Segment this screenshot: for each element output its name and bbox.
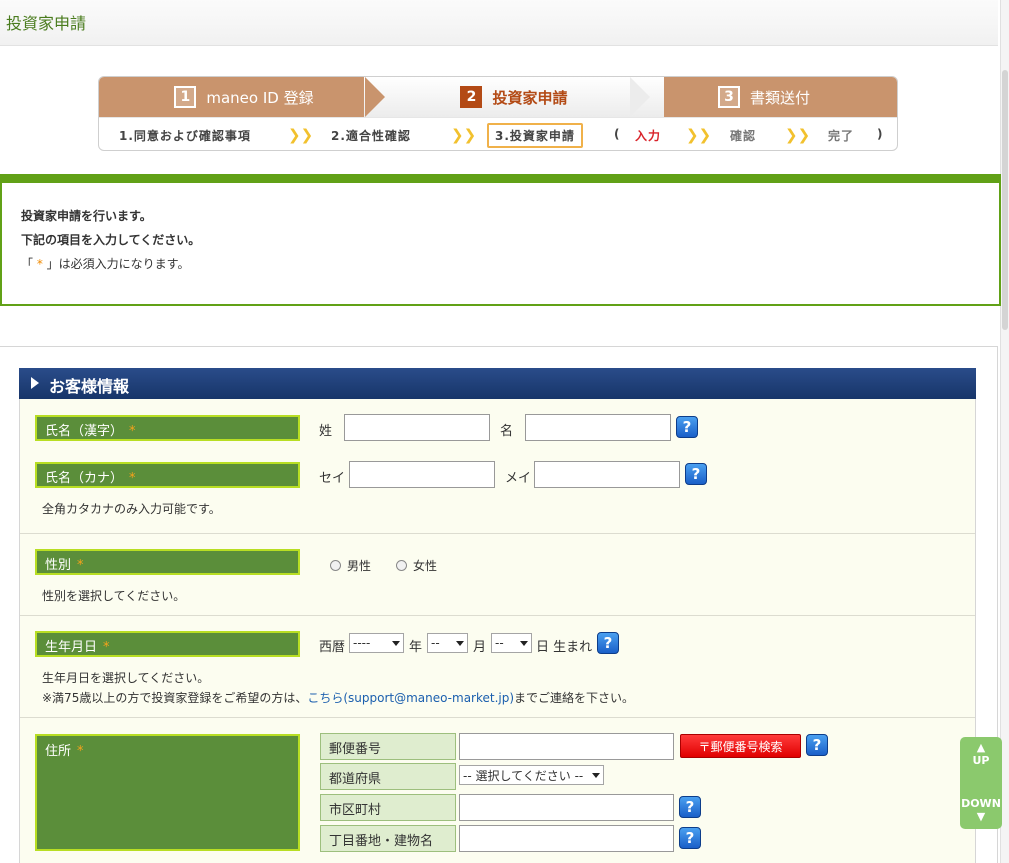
- radio-female[interactable]: 女性: [396, 557, 437, 574]
- chevron-down-icon: [592, 772, 600, 778]
- scroll-down-button[interactable]: DOWN ▼: [960, 797, 1002, 823]
- step-1: 1 maneo ID 登録: [99, 77, 389, 117]
- step-1-label: maneo ID 登録: [206, 88, 314, 107]
- mei-kana-input[interactable]: [534, 461, 680, 488]
- chevron-icon: ❯❯: [686, 126, 712, 144]
- step-3-number: 3: [717, 86, 740, 108]
- chevron-icon: ❯❯: [785, 126, 811, 144]
- arrow-up-icon: ▲: [976, 741, 986, 754]
- month-select[interactable]: --: [427, 633, 468, 653]
- step-1-number: 1: [174, 86, 197, 108]
- city-label: 市区町村: [320, 794, 456, 821]
- chevron-down-icon: [456, 640, 464, 646]
- help-icon[interactable]: ?: [679, 796, 701, 818]
- sei-kanji-input[interactable]: [344, 414, 490, 441]
- step-2-active: 2 投資家申請: [364, 77, 664, 117]
- step-arrow-2: [630, 77, 650, 117]
- help-icon[interactable]: ?: [679, 827, 701, 849]
- zip-search-button[interactable]: 〒郵便番号検索: [680, 734, 801, 758]
- label-address: 住所 *: [35, 734, 300, 851]
- page-header: 投資家申請: [0, 0, 998, 46]
- help-icon[interactable]: ?: [806, 734, 828, 756]
- radio-male[interactable]: 男性: [330, 557, 371, 574]
- label-name-kanji: 氏名（漢字） *: [35, 415, 300, 441]
- label-gender: 性別 *: [35, 549, 300, 575]
- triangle-right-icon: [31, 377, 39, 389]
- sei-kana-label: セイ: [319, 471, 346, 486]
- sei-label: 姓: [319, 424, 333, 439]
- step-arrow-1: [365, 77, 385, 117]
- zip-input[interactable]: [459, 733, 674, 760]
- mei-kanji-input[interactable]: [525, 414, 671, 441]
- era-label: 西暦: [319, 640, 346, 655]
- chevron-down-icon: [520, 640, 528, 646]
- vertical-scrollbar[interactable]: [1000, 0, 1009, 863]
- help-icon[interactable]: ?: [597, 632, 619, 654]
- radio-dot[interactable]: [330, 560, 341, 571]
- zip-label: 郵便番号: [320, 733, 456, 760]
- paren-open: (: [614, 127, 621, 141]
- birth-hint: 生年月日を選択してください。: [42, 671, 210, 685]
- age-note: ※満75歳以上の方で投資家登録をご希望の方は、こちら(support@maneo…: [42, 691, 635, 705]
- label-name-kana: 氏名（カナ） *: [35, 462, 300, 488]
- notice-line-2: 下記の項目を入力してください。: [21, 233, 201, 247]
- paren-close: ): [877, 127, 884, 141]
- day-unit: 日 生まれ: [536, 640, 593, 655]
- step-2-number: 2: [460, 86, 483, 108]
- substep-done: 完了: [828, 129, 855, 143]
- substep-application: 3.投資家申請: [487, 123, 583, 148]
- support-link[interactable]: こちら(support@maneo-market.jp): [307, 691, 514, 705]
- divider: [20, 717, 975, 718]
- notice-line-3: 「 * 」は必須入力になります。: [21, 257, 190, 271]
- scroll-updown-widget[interactable]: ▲ UP DOWN ▼: [960, 737, 1002, 829]
- gender-hint: 性別を選択してください。: [42, 589, 186, 603]
- progress-stepper: 1 maneo ID 登録 3 書類送付 2 投資家申請 1.同意および確認事項…: [98, 76, 898, 151]
- mei-kana-label: メイ: [505, 471, 532, 486]
- radio-dot[interactable]: [396, 560, 407, 571]
- scroll-up-button[interactable]: ▲ UP: [960, 741, 1002, 767]
- sei-kana-input[interactable]: [349, 461, 495, 488]
- section-header: お客様情報: [19, 368, 976, 399]
- month-unit: 月: [473, 640, 487, 655]
- section-title: お客様情報: [49, 377, 130, 396]
- year-unit: 年: [409, 640, 423, 655]
- chevron-down-icon: [392, 640, 400, 646]
- mei-label: 名: [500, 424, 514, 439]
- label-birth: 生年月日 *: [35, 631, 300, 657]
- help-icon[interactable]: ?: [685, 463, 707, 485]
- page-title: 投資家申請: [6, 14, 87, 33]
- street-input[interactable]: [459, 825, 674, 852]
- help-icon[interactable]: ?: [676, 416, 698, 438]
- divider: [20, 533, 975, 534]
- pref-label: 都道府県: [320, 763, 456, 790]
- notice-box: 投資家申請を行います。 下記の項目を入力してください。 「 * 」は必須入力にな…: [0, 174, 1001, 306]
- substep-suitability: 2.適合性確認: [331, 129, 411, 143]
- step-2-label: 投資家申請: [492, 88, 568, 107]
- chevron-icon: ❯❯: [288, 126, 314, 144]
- day-select[interactable]: --: [491, 633, 532, 653]
- kana-hint: 全角カタカナのみ入力可能です。: [42, 502, 221, 516]
- step-3: 3 書類送付: [629, 77, 897, 117]
- city-input[interactable]: [459, 794, 674, 821]
- divider: [20, 615, 975, 616]
- notice-line-1: 投資家申請を行います。: [21, 209, 152, 223]
- step-3-label: 書類送付: [749, 88, 810, 107]
- chevron-icon: ❯❯: [451, 126, 477, 144]
- arrow-down-icon: ▼: [976, 810, 986, 823]
- year-select[interactable]: ----: [349, 633, 404, 653]
- substep-consent: 1.同意および確認事項: [119, 129, 251, 143]
- pref-select[interactable]: -- 選択してください --: [459, 765, 604, 785]
- scrollbar-thumb[interactable]: [1002, 70, 1008, 330]
- street-label: 丁目番地・建物名: [320, 825, 456, 852]
- substep-confirm: 確認: [730, 129, 757, 143]
- substep-input: 入力: [635, 129, 662, 143]
